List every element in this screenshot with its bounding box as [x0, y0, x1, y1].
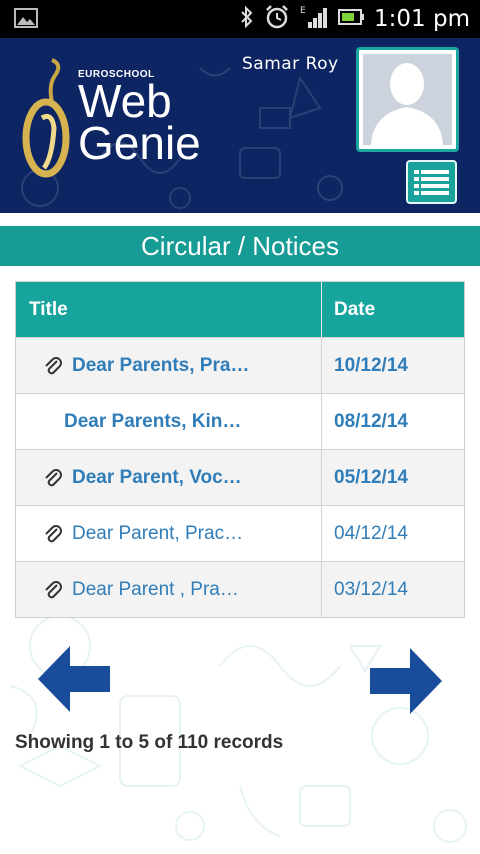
- notice-date: 03/12/14: [334, 578, 408, 600]
- app-header: EUROSCHOOL Web Genie Samar Roy: [0, 38, 480, 213]
- attachment-icon: [45, 524, 62, 542]
- attachment-icon: [45, 356, 62, 374]
- notice-title-cell[interactable]: Dear Parents, Kin…: [16, 394, 322, 449]
- logo-genie: Genie: [78, 117, 201, 169]
- notice-date: 04/12/14: [334, 522, 408, 544]
- table-header: Title Date: [16, 282, 464, 337]
- notice-title[interactable]: Dear Parent, Voc…: [72, 467, 242, 489]
- notice-title-cell[interactable]: Dear Parents, Pra…: [16, 338, 322, 393]
- arrow-left-icon: [38, 646, 110, 712]
- page-title: Circular / Notices: [0, 226, 480, 266]
- genie-lamp-icon: [22, 58, 70, 178]
- notice-title-cell[interactable]: Dear Parent , Pra…: [16, 562, 322, 617]
- notice-date: 10/12/14: [334, 354, 408, 376]
- svg-text:E: E: [300, 6, 306, 16]
- status-time: 1:01 pm: [374, 6, 470, 32]
- notice-date: 08/12/14: [334, 410, 408, 432]
- records-count: Showing 1 to 5 of 110 records: [15, 732, 284, 753]
- previous-page-button[interactable]: [38, 646, 110, 717]
- column-header-date[interactable]: Date: [322, 282, 464, 337]
- menu-list-button[interactable]: [406, 160, 457, 204]
- battery-icon: [338, 8, 365, 31]
- person-silhouette-icon: [359, 50, 456, 149]
- notice-title[interactable]: Dear Parents, Kin…: [64, 411, 241, 433]
- table-row[interactable]: Dear Parent , Pra… 03/12/14: [16, 561, 464, 617]
- notice-title[interactable]: Dear Parent , Pra…: [72, 579, 239, 601]
- user-name: Samar Roy: [242, 54, 339, 74]
- attachment-icon: [45, 468, 62, 486]
- arrow-right-icon: [370, 648, 442, 714]
- bluetooth-icon: [240, 5, 254, 33]
- alarm-icon: [264, 4, 290, 35]
- next-page-button[interactable]: [370, 648, 442, 719]
- image-notification-icon: [14, 8, 38, 33]
- notice-date: 05/12/14: [334, 466, 408, 488]
- notice-title-cell[interactable]: Dear Parent, Prac…: [16, 506, 322, 561]
- notice-title[interactable]: Dear Parents, Pra…: [72, 355, 249, 377]
- user-avatar[interactable]: [356, 47, 459, 152]
- table-row[interactable]: Dear Parents, Kin… 08/12/14: [16, 393, 464, 449]
- app-logo: EUROSCHOOL Web Genie: [22, 56, 232, 186]
- table-row[interactable]: Dear Parent, Prac… 04/12/14: [16, 505, 464, 561]
- attachment-icon: [45, 580, 62, 598]
- table-row[interactable]: Dear Parents, Pra… 10/12/14: [16, 337, 464, 393]
- column-header-title[interactable]: Title: [16, 282, 322, 337]
- notice-title-cell[interactable]: Dear Parent, Voc…: [16, 450, 322, 505]
- list-menu-icon: [414, 170, 449, 195]
- status-bar: E 1:01 pm: [0, 0, 480, 38]
- table-row[interactable]: Dear Parent, Voc… 05/12/14: [16, 449, 464, 505]
- signal-icon: E: [300, 4, 328, 35]
- notices-table: Title Date Dear Parents, Pra… 10/12/14 D…: [15, 281, 465, 618]
- notice-title[interactable]: Dear Parent, Prac…: [72, 523, 243, 545]
